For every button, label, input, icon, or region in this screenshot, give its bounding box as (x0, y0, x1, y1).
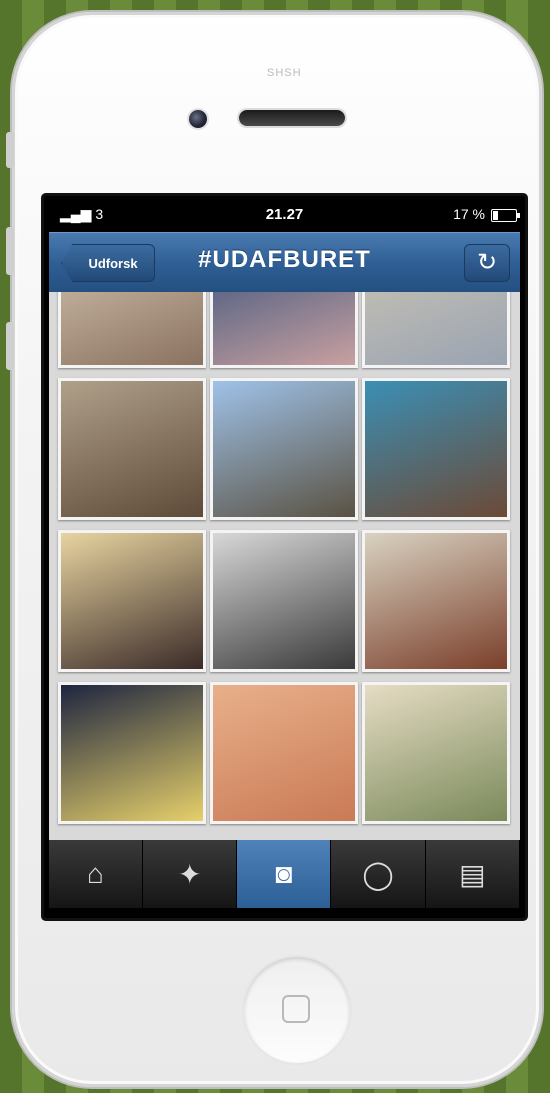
photo-boys-bw[interactable] (210, 530, 358, 672)
camera-icon: ◙ (275, 858, 293, 889)
photo-building[interactable] (210, 378, 358, 520)
photo-cat[interactable] (58, 292, 206, 368)
status-bar: ▂▄▆ 3 21.27 17 % (44, 196, 525, 232)
photo-lampshade[interactable] (362, 292, 510, 368)
photo-dog-cage[interactable] (58, 378, 206, 520)
explore-icon: ✦ (177, 858, 202, 890)
photo-sign-dark[interactable] (58, 682, 206, 824)
news-icon: ◯ (362, 858, 394, 890)
home-icon: ⌂ (87, 858, 104, 889)
photo-child-tub[interactable] (362, 682, 510, 824)
battery-percent: 17 % (453, 206, 485, 222)
screen: ▂▄▆ 3 21.27 17 % Udforsk #UDAFBURET ↻ ⌂ ✦… (44, 196, 525, 918)
volume-down-button (6, 322, 14, 370)
front-camera (189, 110, 207, 128)
home-button[interactable] (244, 957, 350, 1063)
photo-box-orange[interactable] (210, 682, 358, 824)
earpiece-speaker (239, 110, 345, 126)
tab-news[interactable]: ◯ (332, 840, 426, 908)
photo-red-house[interactable] (362, 530, 510, 672)
photo-crowd[interactable] (210, 292, 358, 368)
tab-explore[interactable]: ✦ (143, 840, 238, 908)
photo-grid (49, 292, 520, 840)
profile-icon: ▤ (459, 858, 486, 890)
tab-home[interactable]: ⌂ (49, 840, 143, 908)
refresh-icon: ↻ (476, 249, 498, 276)
volume-up-button (6, 227, 14, 275)
brand-text: SHSH (267, 67, 302, 79)
tab-profile[interactable]: ▤ (426, 840, 520, 908)
tab-bar: ⌂ ✦ ◙ ◯ ▤ (49, 840, 520, 908)
mute-switch (6, 132, 14, 168)
page-title: #UDAFBURET (198, 246, 371, 273)
battery-icon (491, 209, 520, 222)
photo-bridge-sunset[interactable] (58, 530, 206, 672)
navigation-bar: Udforsk #UDAFBURET ↻ (49, 232, 520, 293)
refresh-button[interactable]: ↻ (464, 244, 510, 282)
photo-blue-door[interactable] (362, 378, 510, 520)
tab-camera[interactable]: ◙ (237, 840, 332, 908)
home-square-icon (282, 995, 310, 1023)
